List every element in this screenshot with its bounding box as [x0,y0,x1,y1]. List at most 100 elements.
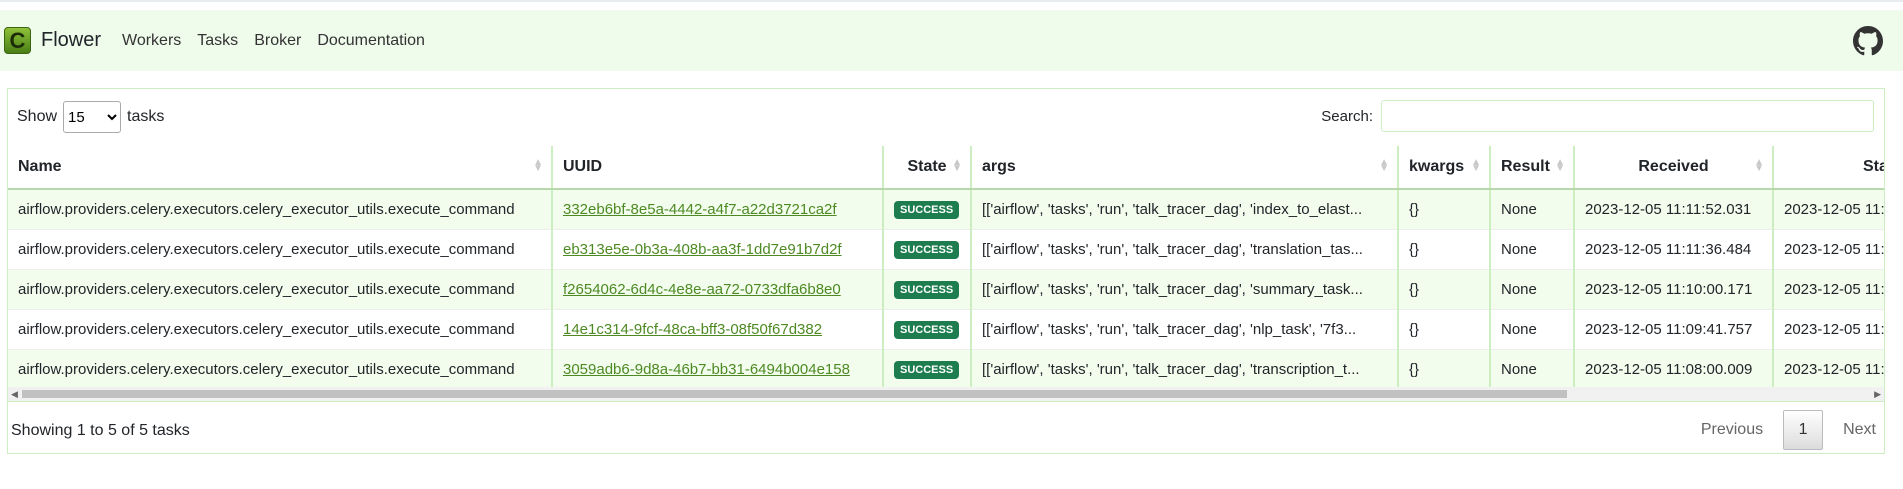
table-info: Showing 1 to 5 of 5 tasks [11,422,190,439]
task-uuid-cell: eb313e5e-0b3a-408b-aa3f-1dd7e91b7d2f [552,229,884,270]
column-header-state[interactable]: State ▲ ▼ [883,146,972,190]
task-started: 2023-12-05 11:11 [1773,229,1884,270]
task-name: airflow.providers.celery.executors.celer… [8,229,553,270]
task-state-cell: SUCCESS [883,349,972,387]
task-result: None [1490,269,1575,310]
task-kwargs: {} [1398,309,1491,350]
task-name: airflow.providers.celery.executors.celer… [8,189,553,230]
task-received: 2023-12-05 11:10:00.171 [1574,269,1774,310]
page-size-control: Show 15 tasks [17,101,164,133]
status-badge: SUCCESS [894,321,960,339]
status-badge: SUCCESS [894,281,960,299]
task-args: [['airflow', 'tasks', 'run', 'talk_trace… [971,189,1399,230]
sort-icon: ▲ ▼ [1555,157,1565,174]
task-args: [['airflow', 'tasks', 'run', 'talk_trace… [971,269,1399,310]
search-label: Search: [1321,107,1373,125]
task-received: 2023-12-05 11:11:36.484 [1574,229,1774,270]
previous-button[interactable]: Previous [1701,421,1763,439]
sort-icon: ▲ ▼ [1754,157,1764,174]
task-uuid-cell: f2654062-6d4c-4e8e-aa72-0733dfa6b8e0 [552,269,884,310]
github-icon[interactable] [1853,26,1883,56]
next-button[interactable]: Next [1843,421,1876,439]
task-received: 2023-12-05 11:09:41.757 [1574,309,1774,350]
tasks-table-wrapper: Name ▲ ▼ UUID State ▲ ▼ args ▲ ▼ kwargs ▲ ▼ Resu… [8,146,1884,387]
nav-broker[interactable]: Broker [254,32,301,50]
task-started: 2023-12-05 11:11 [1773,189,1884,230]
task-state-cell: SUCCESS [883,309,972,350]
column-header-kwargs[interactable]: kwargs ▲ ▼ [1398,146,1491,190]
table-row[interactable]: airflow.providers.celery.executors.celer… [8,229,1884,270]
search-control: Search: [1321,100,1874,132]
task-name: airflow.providers.celery.executors.celer… [8,269,553,310]
column-header-name[interactable]: Name ▲ ▼ [8,146,553,190]
column-label: Received [1638,158,1709,175]
column-label: Name [18,158,62,175]
task-result: None [1490,229,1575,270]
column-label: State [907,158,947,175]
sort-icon: ▲ ▼ [952,157,962,174]
task-started: 2023-12-05 11:08 [1773,349,1884,387]
column-header-received[interactable]: Received ▲ ▼ [1574,146,1774,190]
page-button-1[interactable]: 1 [1783,410,1824,450]
task-name: airflow.providers.celery.executors.celer… [8,309,553,350]
column-label: UUID [563,158,603,175]
column-header-result[interactable]: Result ▲ ▼ [1490,146,1575,190]
task-kwargs: {} [1398,349,1491,387]
task-uuid-cell: 3059adb6-9d8a-46b7-bb31-6494b004e158 [552,349,884,387]
task-uuid-link[interactable]: 332eb6bf-8e5a-4442-a4f7-a22d3721ca2f [563,201,837,218]
nav-documentation[interactable]: Documentation [317,32,425,50]
table-row[interactable]: airflow.providers.celery.executors.celer… [8,309,1884,350]
navbar: C Flower Workers Tasks Broker Documentat… [0,10,1903,71]
task-kwargs: {} [1398,189,1491,230]
task-kwargs: {} [1398,229,1491,270]
column-label: Started [1862,158,1884,175]
status-badge: SUCCESS [894,241,960,259]
sort-icon: ▲ ▼ [1379,157,1389,174]
scroll-left-icon[interactable]: ◀ [11,389,18,400]
task-args: [['airflow', 'tasks', 'run', 'talk_trace… [971,349,1399,387]
column-header-started[interactable]: Started [1773,146,1884,190]
task-state-cell: SUCCESS [883,269,972,310]
nav-tasks[interactable]: Tasks [197,32,238,50]
tasks-card: Show 15 tasks Search: Name ▲ ▼ UUID State ▲… [7,88,1885,454]
table-row[interactable]: airflow.providers.celery.executors.celer… [8,269,1884,310]
divider [8,401,1884,402]
task-result: None [1490,309,1575,350]
task-args: [['airflow', 'tasks', 'run', 'talk_trace… [971,229,1399,270]
status-badge: SUCCESS [894,361,960,379]
scroll-right-icon[interactable]: ▶ [1874,389,1881,400]
top-border [0,0,1903,2]
task-uuid-link[interactable]: 3059adb6-9d8a-46b7-bb31-6494b004e158 [563,361,850,378]
page-size-select[interactable]: 15 [63,101,122,133]
task-result: None [1490,189,1575,230]
nav-workers[interactable]: Workers [122,32,181,50]
column-label: Result [1501,158,1550,175]
table-row[interactable]: airflow.providers.celery.executors.celer… [8,189,1884,230]
brand[interactable]: C Flower [4,27,101,54]
task-started: 2023-12-05 11:10 [1773,269,1884,310]
task-args: [['airflow', 'tasks', 'run', 'talk_trace… [971,309,1399,350]
scrollbar-thumb[interactable] [22,390,1567,398]
task-started: 2023-12-05 11:09 [1773,309,1884,350]
task-uuid-link[interactable]: eb313e5e-0b3a-408b-aa3f-1dd7e91b7d2f [563,241,842,258]
task-state-cell: SUCCESS [883,229,972,270]
column-label: args [982,158,1016,175]
flower-logo-icon: C [4,27,31,54]
task-uuid-link[interactable]: 14e1c314-9fcf-48ca-bff3-08f50f67d382 [563,321,822,338]
horizontal-scrollbar[interactable]: ◀ ▶ [8,387,1884,401]
pagination: Previous 1 Next [1701,410,1876,450]
task-received: 2023-12-05 11:11:52.031 [1574,189,1774,230]
task-state-cell: SUCCESS [883,189,972,230]
nav-links: Workers Tasks Broker Documentation [122,32,441,50]
table-row[interactable]: airflow.providers.celery.executors.celer… [8,349,1884,387]
search-input[interactable] [1381,100,1874,132]
show-label: Show [17,108,58,125]
column-header-args[interactable]: args ▲ ▼ [971,146,1399,190]
task-uuid-cell: 14e1c314-9fcf-48ca-bff3-08f50f67d382 [552,309,884,350]
column-label: kwargs [1409,158,1465,175]
column-header-uuid[interactable]: UUID [552,146,884,190]
sort-icon: ▲ ▼ [533,157,543,174]
task-name: airflow.providers.celery.executors.celer… [8,349,553,387]
task-kwargs: {} [1398,269,1491,310]
task-uuid-link[interactable]: f2654062-6d4c-4e8e-aa72-0733dfa6b8e0 [563,281,841,298]
